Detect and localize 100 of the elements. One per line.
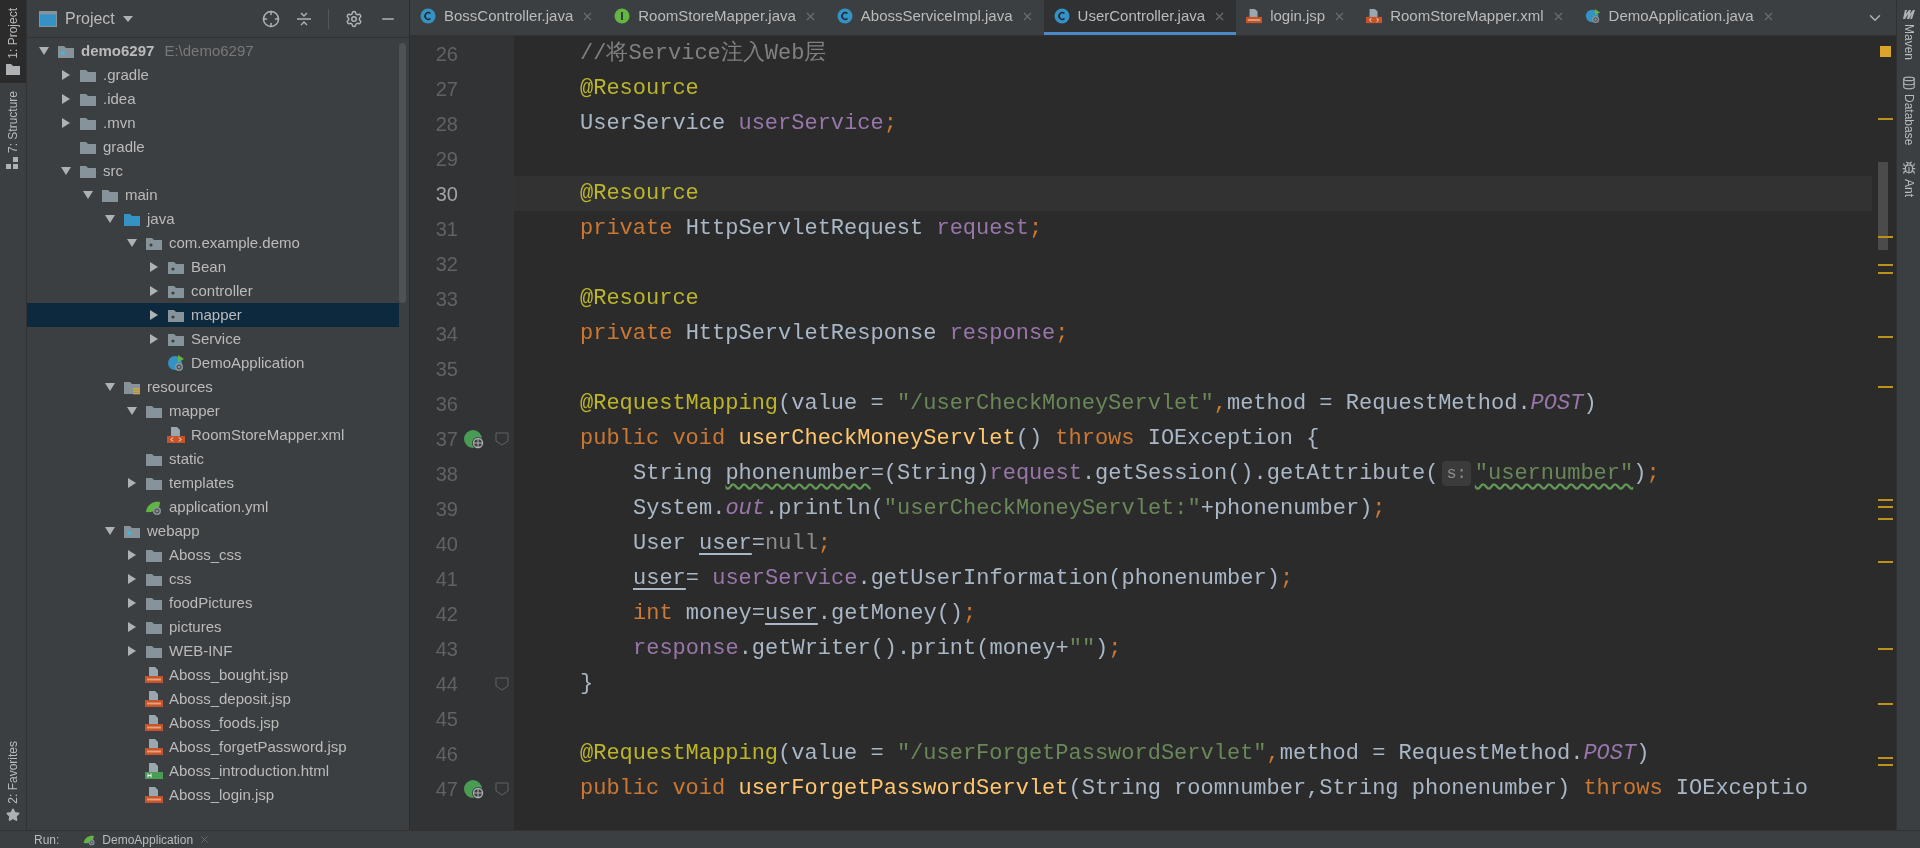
tool-window-tab[interactable]: Maven xyxy=(1897,0,1920,69)
expand-arrow-icon[interactable] xyxy=(127,478,137,488)
scrollbar-thumb[interactable] xyxy=(399,43,406,303)
collapse-all-icon[interactable] xyxy=(296,10,312,27)
tree-item[interactable]: static xyxy=(27,447,399,471)
warning-marker[interactable] xyxy=(1878,118,1893,120)
warning-marker[interactable] xyxy=(1878,272,1893,274)
expand-arrow-icon[interactable] xyxy=(127,646,137,656)
warning-marker[interactable] xyxy=(1878,648,1893,650)
collapse-arrow-icon[interactable] xyxy=(61,166,71,176)
tree-item[interactable]: Bean xyxy=(27,255,399,279)
tree-item[interactable]: RoomStoreMapper.xml xyxy=(27,423,399,447)
code-token: .getMoney() xyxy=(817,600,964,628)
collapse-arrow-icon[interactable] xyxy=(105,526,115,536)
tree-item[interactable]: demo6297 E:\demo6297 xyxy=(27,39,399,63)
collapse-arrow-icon[interactable] xyxy=(105,214,115,224)
expand-arrow-icon[interactable] xyxy=(149,286,159,296)
scrollbar-thumb[interactable] xyxy=(1878,162,1888,250)
tool-window-tab[interactable]: Ant xyxy=(1897,153,1920,206)
editor-tab[interactable]: UserController.java xyxy=(1043,0,1237,35)
tree-item[interactable]: .mvn xyxy=(27,111,399,135)
code-token: ; xyxy=(883,110,897,138)
class-icon xyxy=(420,8,436,24)
fold-marker-icon[interactable] xyxy=(495,676,509,691)
tree-item[interactable]: Aboss_login.jsp xyxy=(27,783,399,807)
warning-marker[interactable] xyxy=(1878,518,1893,520)
tree-item[interactable]: css xyxy=(27,567,399,591)
tree-item[interactable]: WEB-INF xyxy=(27,639,399,663)
tree-item[interactable]: .idea xyxy=(27,87,399,111)
collapse-arrow-icon[interactable] xyxy=(105,382,115,392)
tree-item[interactable]: mapper xyxy=(27,303,399,327)
warning-marker[interactable] xyxy=(1878,236,1893,238)
globe-run-icon[interactable] xyxy=(463,777,485,800)
tree-item[interactable]: mapper xyxy=(27,399,399,423)
tree-item[interactable]: Aboss_deposit.jsp xyxy=(27,687,399,711)
collapse-arrow-icon[interactable] xyxy=(127,406,137,416)
editor-tab[interactable]: RoomStoreMapper.java xyxy=(604,0,827,35)
tree-item[interactable]: gradle xyxy=(27,135,399,159)
globe-run-icon[interactable] xyxy=(463,427,485,450)
expand-arrow-icon[interactable] xyxy=(61,70,71,80)
expand-arrow-icon[interactable] xyxy=(149,262,159,272)
collapse-arrow-icon[interactable] xyxy=(39,46,49,56)
expand-arrow-icon[interactable] xyxy=(149,310,159,320)
tree-item[interactable]: Aboss_foods.jsp xyxy=(27,711,399,735)
warning-marker[interactable] xyxy=(1878,764,1893,766)
tree-item[interactable]: application.yml xyxy=(27,495,399,519)
tree-item[interactable]: foodPictures xyxy=(27,591,399,615)
tree-item[interactable]: controller xyxy=(27,279,399,303)
warning-marker[interactable] xyxy=(1878,757,1893,759)
expand-arrow-icon[interactable] xyxy=(127,574,137,584)
folder-icon xyxy=(145,235,163,251)
warning-marker[interactable] xyxy=(1878,336,1893,338)
warning-marker[interactable] xyxy=(1878,703,1893,705)
tree-item[interactable]: webapp xyxy=(27,519,399,543)
tree-item[interactable]: Service xyxy=(27,327,399,351)
tree-item[interactable]: Aboss_forgetPassword.jsp xyxy=(27,735,399,759)
tree-item[interactable]: com.example.demo xyxy=(27,231,399,255)
run-tab[interactable]: DemoApplication xyxy=(83,830,211,848)
code-token: (value = xyxy=(778,740,885,768)
expand-arrow-icon[interactable] xyxy=(61,118,71,128)
tree-item[interactable]: templates xyxy=(27,471,399,495)
tree-item[interactable]: Aboss_bought.jsp xyxy=(27,663,399,687)
fold-marker-icon[interactable] xyxy=(495,781,509,796)
tool-window-tab[interactable]: 7: Structure xyxy=(0,82,26,177)
warning-marker[interactable] xyxy=(1878,506,1893,508)
editor-tab[interactable]: login.jsp xyxy=(1236,0,1357,35)
locate-icon[interactable] xyxy=(262,9,280,28)
expand-arrow-icon[interactable] xyxy=(127,550,137,560)
expand-arrow-icon[interactable] xyxy=(149,334,159,344)
tree-item[interactable]: DemoApplication xyxy=(27,351,399,375)
tree-item[interactable]: java xyxy=(27,207,399,231)
folder-icon xyxy=(145,595,163,611)
close-icon[interactable] xyxy=(199,834,211,845)
warning-marker[interactable] xyxy=(1878,499,1893,501)
editor-tab[interactable]: DemoApplication.java xyxy=(1574,0,1785,35)
tree-item[interactable]: .gradle xyxy=(27,63,399,87)
expand-arrow-icon[interactable] xyxy=(127,622,137,632)
collapse-arrow-icon[interactable] xyxy=(83,190,93,200)
warning-marker[interactable] xyxy=(1878,386,1893,388)
tree-item[interactable]: pictures xyxy=(27,615,399,639)
tree-item[interactable]: Aboss_introduction.html xyxy=(27,759,399,783)
fold-marker-icon[interactable] xyxy=(495,431,509,446)
code-token: userForgetPasswordServlet xyxy=(738,775,1069,803)
tree-item[interactable]: main xyxy=(27,183,399,207)
tree-item[interactable]: src xyxy=(27,159,399,183)
editor-tab[interactable]: BossController.java xyxy=(410,0,605,35)
editor-tab[interactable]: AbossServiceImpl.java xyxy=(826,0,1044,35)
warning-marker[interactable] xyxy=(1878,561,1893,563)
tree-item[interactable]: Aboss_css xyxy=(27,543,399,567)
expand-arrow-icon[interactable] xyxy=(127,598,137,608)
project-view-dropdown[interactable]: Project xyxy=(65,6,133,31)
tree-item[interactable]: resources xyxy=(27,375,399,399)
expand-arrow-icon[interactable] xyxy=(61,94,71,104)
editor-tab[interactable]: RoomStoreMapper.xml xyxy=(1356,0,1575,35)
tool-window-tab[interactable]: Database xyxy=(1897,68,1920,154)
warning-marker[interactable] xyxy=(1878,264,1893,266)
settings-icon[interactable] xyxy=(345,9,363,28)
tool-window-tab[interactable]: 2: Favorites xyxy=(0,733,26,830)
collapse-arrow-icon[interactable] xyxy=(127,238,137,248)
tool-window-tab[interactable]: 1: Project xyxy=(0,0,26,83)
